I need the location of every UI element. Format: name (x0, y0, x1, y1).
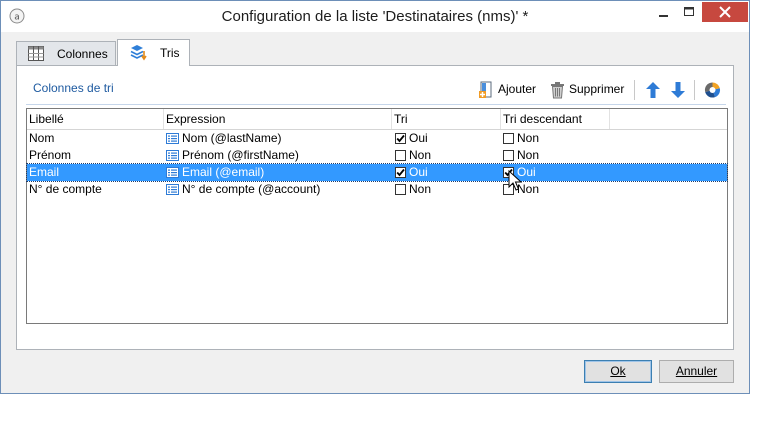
field-list-icon (166, 150, 179, 161)
toolbar-separator (634, 80, 635, 100)
add-button[interactable]: Ajouter (478, 80, 540, 100)
tab-colonnes[interactable]: Colonnes (16, 41, 116, 65)
cell-libelle: Prénom (29, 148, 72, 162)
expression-label: Email (@email) (182, 165, 265, 179)
maximize-button[interactable] (676, 2, 702, 22)
sort-descending-label: Non (517, 148, 540, 162)
add-icon (479, 81, 492, 98)
sort-checkbox[interactable] (395, 150, 406, 161)
cell-libelle: Email (29, 165, 60, 179)
table-row[interactable]: N° de compte N° de compte (@account) Non No… (27, 181, 727, 198)
expression-label: Prénom (@firstName) (182, 148, 299, 162)
tab-tris-label: Tris (160, 46, 180, 60)
sort-checkbox[interactable] (395, 184, 406, 195)
sort-checkbox[interactable] (395, 133, 406, 144)
field-list-icon (166, 167, 179, 178)
minimize-button[interactable] (650, 2, 676, 22)
close-button[interactable] (702, 2, 748, 22)
column-header-expression[interactable]: Expression (164, 109, 392, 129)
sort-label: Oui (409, 131, 428, 145)
tab-tris[interactable]: Tris (117, 39, 190, 66)
checkmark-icon (396, 134, 405, 143)
table-row[interactable]: Nom Nom (@lastName) Oui Non (27, 130, 727, 147)
maximize-icon (684, 7, 694, 16)
minimize-icon (659, 15, 668, 17)
field-list-icon (166, 184, 179, 195)
close-icon (719, 6, 731, 18)
sort-descending-checkbox[interactable] (503, 133, 514, 144)
move-up-button[interactable] (645, 80, 661, 100)
cancel-label: Annuler (675, 364, 718, 378)
expression-label: Nom (@lastName) (182, 131, 282, 145)
sort-checkbox[interactable] (395, 167, 406, 178)
expression-label: N° de compte (@account) (182, 182, 321, 196)
sort-icon (130, 45, 147, 61)
section-divider (26, 104, 726, 105)
move-down-button[interactable] (670, 80, 686, 100)
table-row[interactable]: Prénom Prénom (@firstName) Non Non (27, 147, 727, 164)
sort-columns-table[interactable]: Libellé Expression Tri Tri descendant No… (26, 108, 728, 324)
sort-descending-label: Non (517, 131, 540, 145)
cancel-button[interactable]: Annuler (659, 360, 734, 383)
arrow-up-icon (646, 82, 660, 98)
ok-button[interactable]: Ok (584, 360, 652, 383)
field-list-icon (166, 133, 179, 144)
table-header: Libellé Expression Tri Tri descendant (27, 109, 727, 130)
ok-label: Ok (610, 364, 626, 378)
mouse-cursor-icon (508, 170, 522, 191)
title-bar[interactable]: a Configuration de la liste 'Destinatair… (1, 1, 749, 32)
delete-label: Supprimer (569, 82, 625, 96)
cell-libelle: Nom (29, 131, 55, 145)
section-title: Colonnes de tri (33, 81, 114, 95)
sort-descending-checkbox[interactable] (503, 150, 514, 161)
toolbar-separator-2 (694, 80, 695, 100)
window-title: Configuration de la liste 'Destinataires… (221, 8, 529, 25)
delete-button[interactable]: Supprimer (550, 80, 628, 100)
sort-label: Non (409, 182, 432, 196)
tab-colonnes-label: Colonnes (57, 47, 108, 61)
column-header-libelle[interactable]: Libellé (27, 109, 164, 129)
table-row[interactable]: Email Email (@email) Oui Oui (26, 163, 728, 182)
trash-icon (551, 82, 564, 99)
sort-label: Non (409, 148, 432, 162)
column-header-tri-descendant[interactable]: Tri descendant (501, 109, 610, 129)
add-label: Ajouter (498, 82, 537, 96)
distribution-button[interactable] (704, 80, 721, 100)
column-header-tri[interactable]: Tri (392, 109, 501, 129)
arrow-down-icon (671, 82, 685, 98)
checkmark-icon (396, 168, 405, 177)
cell-libelle: N° de compte (29, 182, 102, 196)
columns-icon (28, 46, 44, 61)
sort-label: Oui (409, 165, 428, 179)
distribution-icon (704, 82, 721, 98)
